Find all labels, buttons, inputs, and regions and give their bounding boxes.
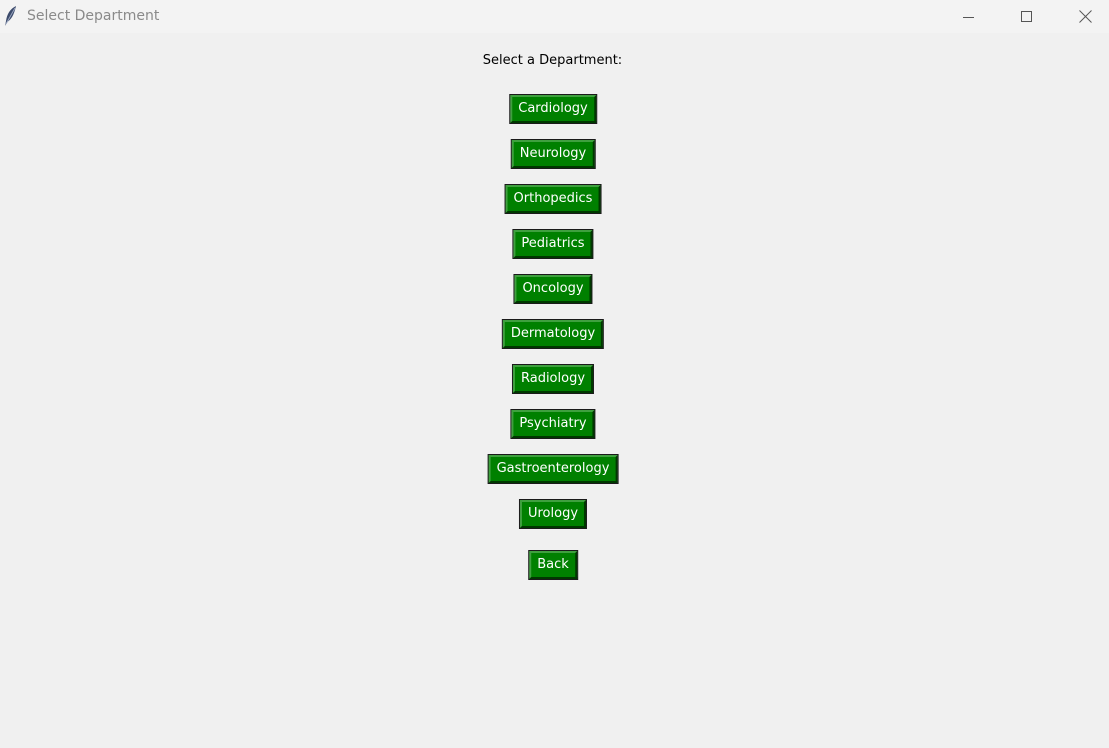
minimize-button[interactable] (940, 0, 998, 33)
back-button[interactable]: Back (528, 550, 578, 580)
department-button-psychiatry[interactable]: Psychiatry (510, 409, 596, 439)
department-button-pediatrics[interactable]: Pediatrics (512, 229, 594, 259)
minimize-icon (963, 16, 974, 18)
department-button-orthopedics[interactable]: Orthopedics (504, 184, 602, 214)
department-button-urology[interactable]: Urology (518, 499, 588, 529)
department-button-oncology[interactable]: Oncology (513, 274, 593, 304)
main-content: Select a Department: Cardiology Neurolog… (0, 33, 1109, 748)
department-button-dermatology[interactable]: Dermatology (501, 319, 605, 349)
close-button[interactable] (1056, 0, 1109, 33)
window-title: Select Department (27, 8, 160, 24)
department-button-neurology[interactable]: Neurology (510, 139, 596, 169)
department-window: Select Department Select a Department: C… (0, 0, 1109, 748)
department-button-cardiology[interactable]: Cardiology (509, 94, 597, 124)
close-icon (1078, 10, 1092, 23)
department-button-gastroenterology[interactable]: Gastroenterology (487, 454, 619, 484)
maximize-icon (1021, 10, 1032, 22)
department-button-radiology[interactable]: Radiology (511, 364, 595, 394)
select-department-label: Select a Department: (482, 53, 623, 68)
title-bar[interactable]: Select Department (0, 0, 1109, 33)
maximize-button[interactable] (998, 0, 1056, 33)
feather-icon (4, 5, 18, 27)
